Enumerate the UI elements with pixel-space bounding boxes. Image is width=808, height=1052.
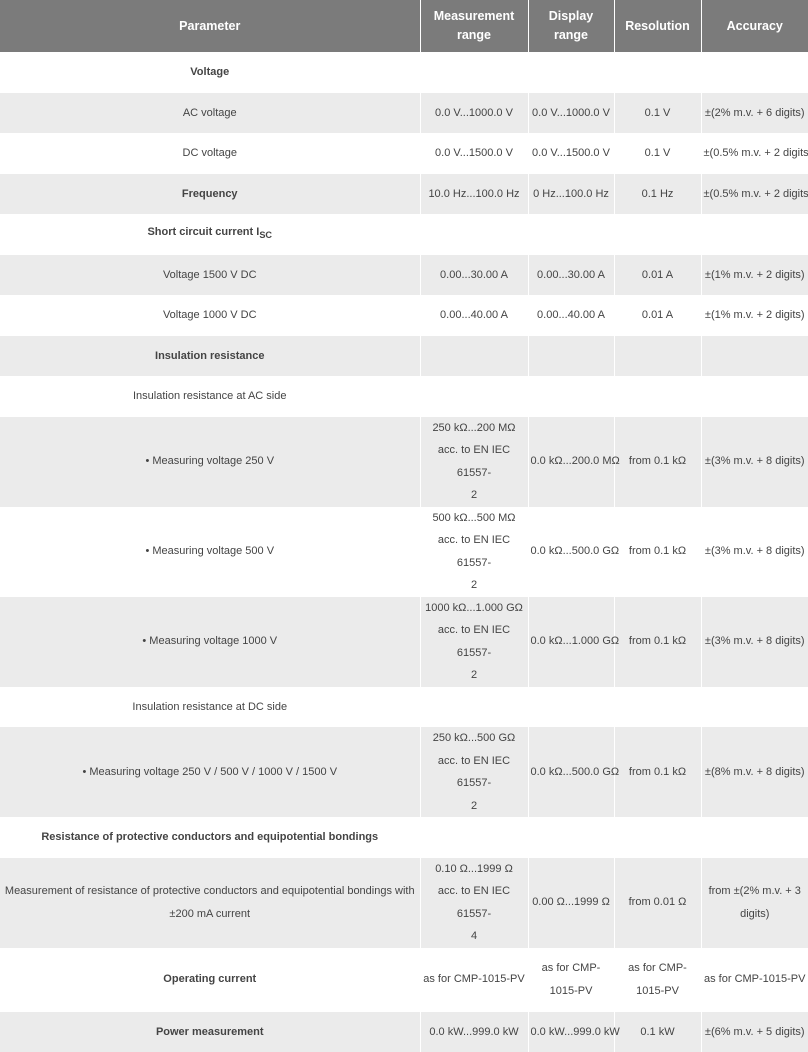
param-cell: Voltage 1000 V DC bbox=[0, 295, 420, 336]
table-row: Resistance of protective conductors and … bbox=[0, 817, 808, 858]
table-row: Insulation resistance at AC side bbox=[0, 376, 808, 417]
display-range-cell: 0.0 V...1500.0 V bbox=[528, 133, 614, 174]
table-row: • Measuring voltage 500 V 500 kΩ...500 M… bbox=[0, 507, 808, 597]
specifications-table: Parameter Measurement range Display rang… bbox=[0, 0, 808, 1052]
display-range-cell: 0.0 kΩ...500.0 GΩ bbox=[528, 507, 614, 597]
table-row: Insulation resistance at DC side bbox=[0, 687, 808, 728]
header-accuracy: Accuracy bbox=[701, 0, 808, 52]
accuracy-cell: as for CMP-1015-PV bbox=[701, 948, 808, 1012]
resolution-cell: 0.01 A bbox=[614, 295, 701, 336]
accuracy-cell: ±(2% m.v. + 6 digits) bbox=[701, 93, 808, 134]
table-row: Voltage bbox=[0, 52, 808, 93]
accuracy-cell: ±(0.5% m.v. + 2 digits) bbox=[701, 133, 808, 174]
measurement-range-cell: 1000 kΩ...1.000 GΩ acc. to EN IEC 61557-… bbox=[420, 597, 528, 687]
measurement-range-cell: 500 kΩ...500 MΩ acc. to EN IEC 61557- 2 bbox=[420, 507, 528, 597]
resolution-cell: from 0.1 kΩ bbox=[614, 727, 701, 817]
header-display-range: Display range bbox=[528, 0, 614, 52]
display-range-cell: 0 Hz...100.0 Hz bbox=[528, 174, 614, 215]
param-cell: Operating current bbox=[0, 948, 420, 1012]
param-cell: Measurement of resistance of protective … bbox=[0, 858, 420, 948]
display-range-cell: 0.0 kΩ...1.000 GΩ bbox=[528, 597, 614, 687]
param-cell: Frequency bbox=[0, 174, 420, 215]
table-row: Power measurement 0.0 kW...999.0 kW 0.0 … bbox=[0, 1012, 808, 1052]
table-row: Measurement of resistance of protective … bbox=[0, 858, 808, 948]
measurement-range-cell: 250 kΩ...200 MΩ acc. to EN IEC 61557- 2 bbox=[420, 417, 528, 507]
resolution-cell: 0.1 V bbox=[614, 133, 701, 174]
table-row: DC voltage 0.0 V...1500.0 V 0.0 V...1500… bbox=[0, 133, 808, 174]
accuracy-cell: ±(3% m.v. + 8 digits) bbox=[701, 507, 808, 597]
resolution-cell: from 0.01 Ω bbox=[614, 858, 701, 948]
resolution-cell: from 0.1 kΩ bbox=[614, 507, 701, 597]
display-range-cell: 0.0 kΩ...500.0 GΩ bbox=[528, 727, 614, 817]
display-range-cell: 0.00 Ω...1999 Ω bbox=[528, 858, 614, 948]
resolution-cell: 0.1 kW bbox=[614, 1012, 701, 1052]
param-cell: DC voltage bbox=[0, 133, 420, 174]
section-voltage: Voltage bbox=[0, 52, 420, 93]
measurement-range-cell: 0.00...40.00 A bbox=[420, 295, 528, 336]
accuracy-cell: ±(6% m.v. + 5 digits) bbox=[701, 1012, 808, 1052]
measurement-range-cell: as for CMP-1015-PV bbox=[420, 948, 528, 1012]
accuracy-cell: ±(3% m.v. + 8 digits) bbox=[701, 417, 808, 507]
table-row: AC voltage 0.0 V...1000.0 V 0.0 V...1000… bbox=[0, 93, 808, 134]
accuracy-cell: ±(8% m.v. + 8 digits) bbox=[701, 727, 808, 817]
param-cell: • Measuring voltage 1000 V bbox=[0, 597, 420, 687]
display-range-cell: 0.0 kΩ...200.0 MΩ bbox=[528, 417, 614, 507]
table-row: Frequency 10.0 Hz...100.0 Hz 0 Hz...100.… bbox=[0, 174, 808, 215]
table-row: Voltage 1500 V DC 0.00...30.00 A 0.00...… bbox=[0, 255, 808, 296]
measurement-range-cell: 0.10 Ω...1999 Ω acc. to EN IEC 61557- 4 bbox=[420, 858, 528, 948]
measurement-range-cell: 0.0 V...1000.0 V bbox=[420, 93, 528, 134]
accuracy-cell: from ±(2% m.v. + 3 digits) bbox=[701, 858, 808, 948]
param-cell: AC voltage bbox=[0, 93, 420, 134]
display-range-cell: as for CMP-1015-PV bbox=[528, 948, 614, 1012]
table-row: • Measuring voltage 250 V 250 kΩ...200 M… bbox=[0, 417, 808, 507]
header-parameter: Parameter bbox=[0, 0, 420, 52]
param-cell: • Measuring voltage 250 V bbox=[0, 417, 420, 507]
param-cell: • Measuring voltage 250 V / 500 V / 1000… bbox=[0, 727, 420, 817]
resolution-cell: 0.1 V bbox=[614, 93, 701, 134]
resolution-cell: from 0.1 kΩ bbox=[614, 417, 701, 507]
measurement-range-cell: 0.0 V...1500.0 V bbox=[420, 133, 528, 174]
section-insulation-resistance: Insulation resistance bbox=[0, 336, 420, 377]
table-row: • Measuring voltage 250 V / 500 V / 1000… bbox=[0, 727, 808, 817]
accuracy-cell: ±(0.5% m.v. + 2 digits) bbox=[701, 174, 808, 215]
header-resolution: Resolution bbox=[614, 0, 701, 52]
display-range-cell: 0.0 V...1000.0 V bbox=[528, 93, 614, 134]
table-row: Insulation resistance bbox=[0, 336, 808, 377]
accuracy-cell: ±(1% m.v. + 2 digits) bbox=[701, 295, 808, 336]
table-row: Voltage 1000 V DC 0.00...40.00 A 0.00...… bbox=[0, 295, 808, 336]
subsection-dc-side: Insulation resistance at DC side bbox=[0, 687, 420, 728]
measurement-range-cell: 0.00...30.00 A bbox=[420, 255, 528, 296]
resolution-cell: from 0.1 kΩ bbox=[614, 597, 701, 687]
accuracy-cell: ±(3% m.v. + 8 digits) bbox=[701, 597, 808, 687]
accuracy-cell: ±(1% m.v. + 2 digits) bbox=[701, 255, 808, 296]
header-measurement-range: Measurement range bbox=[420, 0, 528, 52]
display-range-cell: 0.0 kW...999.0 kW bbox=[528, 1012, 614, 1052]
resolution-cell: 0.1 Hz bbox=[614, 174, 701, 215]
display-range-cell: 0.00...40.00 A bbox=[528, 295, 614, 336]
resolution-cell: as for CMP-1015-PV bbox=[614, 948, 701, 1012]
measurement-range-cell: 10.0 Hz...100.0 Hz bbox=[420, 174, 528, 215]
param-cell: Voltage 1500 V DC bbox=[0, 255, 420, 296]
param-cell: Power measurement bbox=[0, 1012, 420, 1052]
section-short-circuit-current: Short circuit current ISC bbox=[0, 214, 420, 255]
resolution-cell: 0.01 A bbox=[614, 255, 701, 296]
param-cell: • Measuring voltage 500 V bbox=[0, 507, 420, 597]
display-range-cell: 0.00...30.00 A bbox=[528, 255, 614, 296]
table-row: • Measuring voltage 1000 V 1000 kΩ...1.0… bbox=[0, 597, 808, 687]
measurement-range-cell: 250 kΩ...500 GΩ acc. to EN IEC 61557- 2 bbox=[420, 727, 528, 817]
measurement-range-cell: 0.0 kW...999.0 kW bbox=[420, 1012, 528, 1052]
subsection-ac-side: Insulation resistance at AC side bbox=[0, 376, 420, 417]
table-header-row: Parameter Measurement range Display rang… bbox=[0, 0, 808, 52]
section-protective-conductors: Resistance of protective conductors and … bbox=[0, 817, 420, 858]
table-row: Short circuit current ISC bbox=[0, 214, 808, 255]
table-row: Operating current as for CMP-1015-PV as … bbox=[0, 948, 808, 1012]
